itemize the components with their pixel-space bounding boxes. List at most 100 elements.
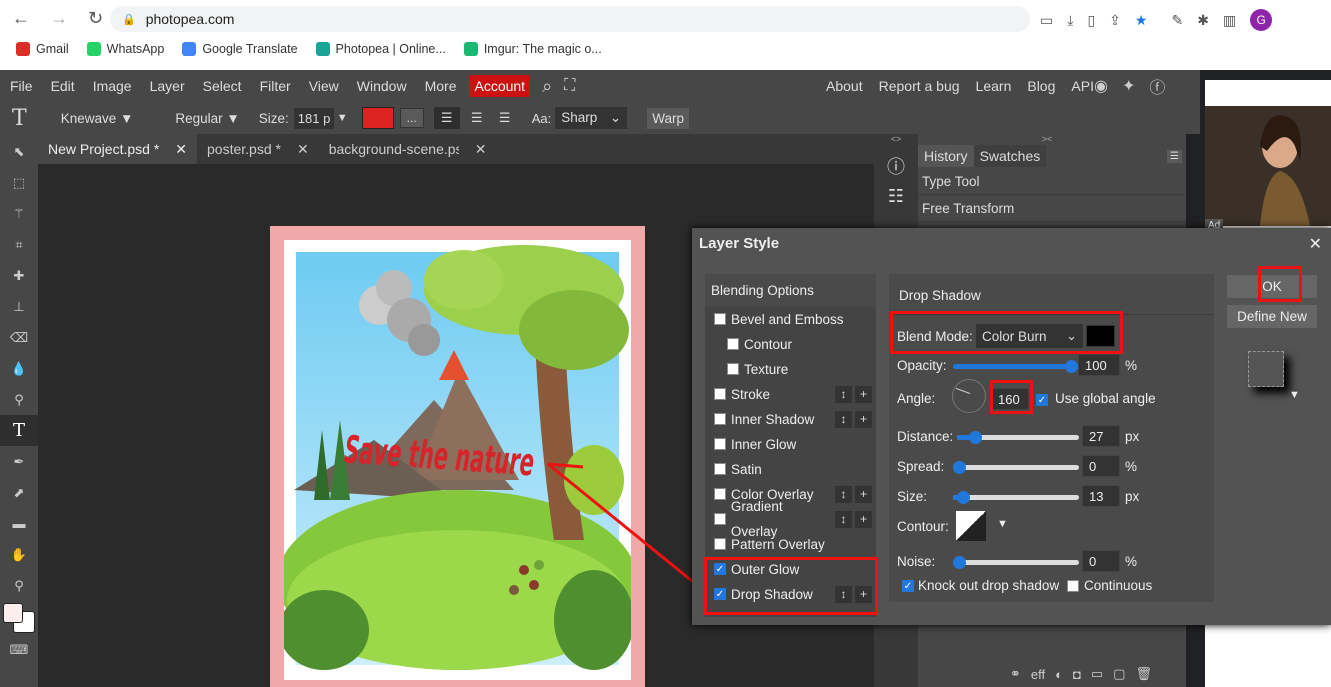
bookmark-item[interactable]: Imgur: The magic o... xyxy=(463,42,602,56)
reddit-icon[interactable]: ◉ xyxy=(1094,76,1108,96)
menu-item-view[interactable]: View xyxy=(300,70,348,102)
style-item-pattern-overlay[interactable]: Pattern Overlay xyxy=(705,532,876,557)
ok-button[interactable]: OK xyxy=(1227,275,1317,298)
style-item-contour[interactable]: Contour xyxy=(705,332,876,357)
search-icon[interactable]: ⌕ xyxy=(542,76,552,97)
style-checkbox[interactable] xyxy=(714,388,726,400)
reorder-icon[interactable]: ↕ xyxy=(835,510,852,528)
extensions-icon[interactable]: ✱ xyxy=(1197,12,1209,29)
folder-icon[interactable]: ▭ xyxy=(1091,666,1103,682)
magic-wand-tool-icon[interactable]: ⚚ xyxy=(0,198,38,229)
eyedropper-icon[interactable]: ✎ xyxy=(1171,12,1183,29)
zoom-tool-icon[interactable]: ⚲ xyxy=(0,570,38,601)
style-checkbox[interactable] xyxy=(727,363,739,375)
mask-half-icon[interactable]: ◐ xyxy=(1055,667,1063,682)
spread-slider[interactable] xyxy=(953,461,1079,474)
close-tab-icon[interactable]: ✕ xyxy=(297,134,309,164)
angle-input[interactable]: 160 xyxy=(991,388,1029,410)
eraser-tool-icon[interactable]: ⌫ xyxy=(0,322,38,353)
reorder-icon[interactable]: ↕ xyxy=(835,485,852,503)
address-bar[interactable]: 🔒 photopea.com xyxy=(110,6,1030,32)
fullscreen-icon[interactable]: ⛶ xyxy=(564,77,575,95)
path-select-tool-icon[interactable]: ⬈ xyxy=(0,477,38,508)
camera-icon[interactable]: ◘ xyxy=(1073,667,1081,682)
facebook-icon[interactable]: ⓕ xyxy=(1149,74,1165,98)
close-tab-icon[interactable]: ✕ xyxy=(475,134,487,164)
style-checkbox[interactable] xyxy=(714,463,726,475)
menu-item-image[interactable]: Image xyxy=(84,70,141,102)
text-tool-icon[interactable]: T xyxy=(0,415,38,446)
style-item-inner-glow[interactable]: Inner Glow xyxy=(705,432,876,457)
screenshot-icon[interactable]: ▭ xyxy=(1040,12,1053,29)
link-icon[interactable]: ⚭ xyxy=(1010,666,1021,682)
style-checkbox[interactable] xyxy=(714,438,726,450)
continuous-checkbox[interactable] xyxy=(1067,580,1079,592)
noise-slider[interactable] xyxy=(953,556,1079,569)
add-style-icon[interactable]: + xyxy=(855,410,872,428)
document-tab[interactable]: poster.psd * ✕ xyxy=(197,134,319,164)
menu-item-filter[interactable]: Filter xyxy=(251,70,300,102)
keyboard-icon[interactable]: ⌨ xyxy=(0,639,38,661)
size-dropdown-icon[interactable]: ▼ xyxy=(337,112,348,124)
distance-slider-knob[interactable] xyxy=(969,431,982,444)
angle-dial[interactable] xyxy=(952,379,986,413)
noise-input[interactable]: 0 xyxy=(1082,550,1120,572)
opacity-slider-knob[interactable] xyxy=(1065,360,1078,373)
blending-options-item[interactable]: Blending Options xyxy=(705,274,876,307)
new-layer-icon[interactable]: ▢ xyxy=(1113,666,1125,682)
stamp-tool-icon[interactable]: ⊥ xyxy=(0,291,38,322)
style-checkbox[interactable]: ✓ xyxy=(714,588,726,600)
size-input[interactable]: 13 xyxy=(1082,485,1120,507)
preview-dropdown-icon[interactable]: ▼ xyxy=(1289,389,1300,401)
close-icon[interactable]: ✕ xyxy=(1309,234,1322,254)
reorder-icon[interactable]: ↕ xyxy=(835,585,852,603)
reload-icon[interactable]: ↻ xyxy=(88,8,103,29)
add-style-icon[interactable]: + xyxy=(855,585,872,603)
size-slider-knob[interactable] xyxy=(957,491,970,504)
reorder-icon[interactable]: ↕ xyxy=(835,385,852,403)
marquee-tool-icon[interactable]: ⬚ xyxy=(0,167,38,198)
spread-slider-knob[interactable] xyxy=(953,461,966,474)
style-checkbox[interactable] xyxy=(714,413,726,425)
shadow-color-swatch[interactable] xyxy=(1086,325,1115,347)
document-tab[interactable]: background-scene.ps ✕ xyxy=(319,134,497,164)
foreground-color-swatch[interactable] xyxy=(3,603,23,623)
distance-input[interactable]: 27 xyxy=(1082,425,1120,447)
menu-item-edit[interactable]: Edit xyxy=(42,70,84,102)
forward-icon[interactable]: → xyxy=(50,8,68,29)
warp-button[interactable]: Warp xyxy=(647,107,689,129)
menu-item-window[interactable]: Window xyxy=(348,70,416,102)
menu-link-blog[interactable]: Blog xyxy=(1019,70,1063,102)
more-options-button[interactable]: ... xyxy=(399,108,424,128)
document-tab[interactable]: New Project.psd * ✕ xyxy=(38,134,198,164)
account-button[interactable]: Account xyxy=(469,75,531,97)
style-item-satin[interactable]: Satin xyxy=(705,457,876,482)
crop-tool-icon[interactable]: ⌗ xyxy=(0,229,38,260)
sidepanel-icon[interactable]: ▥ xyxy=(1223,12,1236,29)
opacity-input[interactable]: 100 xyxy=(1078,354,1120,376)
size-input[interactable]: 181 p xyxy=(293,107,334,129)
page-icon[interactable]: ▯ xyxy=(1087,12,1095,29)
ad-image[interactable]: Ad xyxy=(1205,106,1331,232)
adjustments-icon[interactable]: ☷ xyxy=(874,181,918,212)
download-icon[interactable]: ⤓ xyxy=(1067,12,1073,29)
style-checkbox[interactable] xyxy=(714,313,726,325)
spread-input[interactable]: 0 xyxy=(1082,455,1120,477)
align-right-icon[interactable]: ☰ xyxy=(492,110,518,126)
style-checkbox[interactable] xyxy=(714,488,726,500)
trash-icon[interactable]: 🗑 xyxy=(1135,666,1152,682)
style-checkbox[interactable] xyxy=(714,538,726,550)
info-icon[interactable]: ⓘ xyxy=(874,150,918,181)
align-center-icon[interactable]: ☰ xyxy=(464,110,490,126)
style-checkbox[interactable] xyxy=(727,338,739,350)
blend-mode-select[interactable]: Color Burn ⌄ xyxy=(976,324,1083,348)
bookmark-star-icon[interactable]: ★ xyxy=(1135,12,1148,29)
noise-slider-knob[interactable] xyxy=(953,556,966,569)
opacity-slider[interactable] xyxy=(953,360,1078,373)
style-item-gradient-overlay[interactable]: Gradient Overlay ↕ + xyxy=(705,499,876,539)
style-item-texture[interactable]: Texture xyxy=(705,357,876,382)
bookmark-item[interactable]: Google Translate xyxy=(182,42,298,56)
profile-avatar[interactable]: G xyxy=(1250,9,1273,31)
style-item-outer-glow[interactable]: ✓ Outer Glow xyxy=(705,557,876,582)
size-slider[interactable] xyxy=(953,491,1079,504)
